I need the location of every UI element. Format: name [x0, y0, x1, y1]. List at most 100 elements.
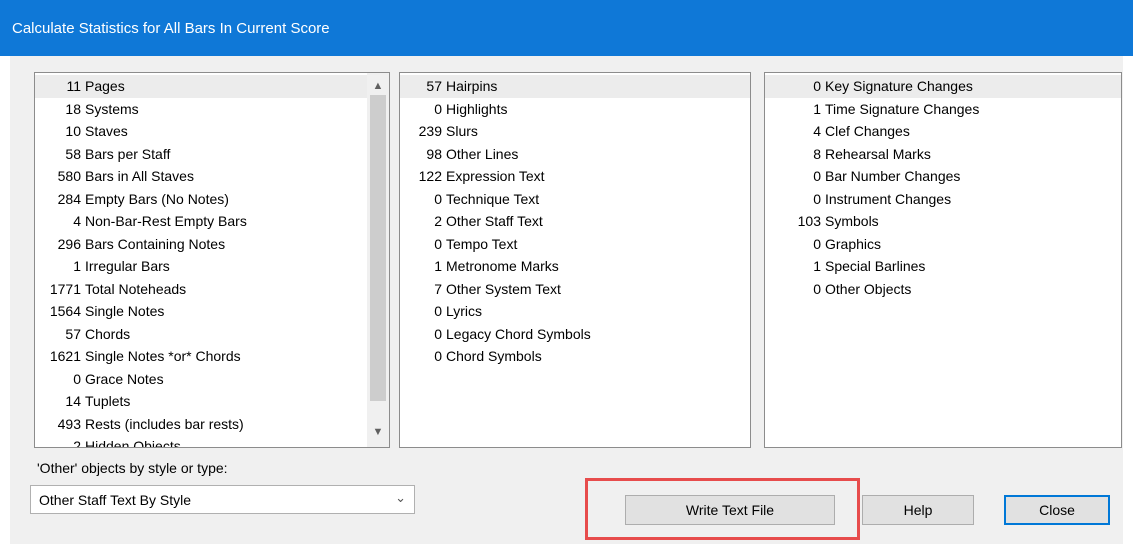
item-label: Rehearsal Marks [825, 145, 931, 162]
window-title: Calculate Statistics for All Bars In Cur… [12, 20, 330, 37]
item-count: 0 [434, 100, 442, 117]
vertical-scrollbar[interactable]: ▲ ▼ [367, 73, 389, 447]
list-item[interactable]: 14 Tuplets [35, 390, 367, 413]
list-item[interactable]: 580 Bars in All Staves [35, 165, 367, 188]
scroll-up-icon[interactable]: ▲ [367, 77, 389, 95]
list-item[interactable]: 122 Expression Text [400, 165, 750, 188]
item-label: Pages [85, 78, 125, 94]
scroll-down-icon[interactable]: ▼ [367, 423, 389, 441]
list-item[interactable]: 296 Bars Containing Notes [35, 233, 367, 256]
item-count: 239 [418, 123, 442, 139]
item-label: Chord Symbols [446, 348, 542, 364]
item-count: 4 [813, 123, 821, 139]
write-text-file-button[interactable]: Write Text File [625, 495, 835, 525]
item-count: 1771 [49, 280, 81, 297]
stats-list-text[interactable]: 57 Hairpins 0 Highlights 239 Slurs 98 Other Lin… [399, 72, 751, 448]
list-item[interactable]: 0 Legacy Chord Symbols [400, 323, 750, 346]
list-item[interactable]: 98 Other Lines [400, 143, 750, 166]
list-item[interactable]: 0 Technique Text [400, 188, 750, 211]
item-label: Other Objects [825, 280, 912, 297]
list-item[interactable]: 0 Lyrics [400, 300, 750, 323]
list-item[interactable]: 0 Instrument Changes [765, 188, 1121, 211]
list-item[interactable]: 4 Clef Changes [765, 120, 1121, 143]
item-label: Other Lines [446, 145, 519, 162]
item-label: Slurs [446, 123, 478, 139]
list-item[interactable]: 4 Non-Bar-Rest Empty Bars [35, 210, 367, 233]
item-count: 580 [57, 168, 81, 184]
list-item[interactable]: 493 Rests (includes bar rests) [35, 413, 367, 436]
list-item[interactable]: 1 Metronome Marks [400, 255, 750, 278]
item-count: 1 [813, 258, 821, 274]
item-count: 2 [73, 438, 81, 448]
item-count: 1 [73, 258, 81, 274]
list-item[interactable]: 2 Other Staff Text [400, 210, 750, 233]
item-count: 98 [426, 145, 442, 162]
item-count: 7 [434, 280, 442, 297]
stats-list-objects[interactable]: 0 Key Signature Changes 1 Time Signature Ch… [764, 72, 1122, 448]
list-item[interactable]: 0 Bar Number Changes [765, 165, 1121, 188]
item-label: Graphics [825, 235, 882, 252]
list-item[interactable]: 0 Tempo Text [400, 233, 750, 256]
other-objects-label: 'Other' objects by style or type: [37, 460, 228, 476]
item-label: Single Notes [85, 303, 165, 319]
stats-list-notes[interactable]: 11 Pages 18 Systems 10 Staves 58 Bars per Staff… [34, 72, 390, 448]
dropdown-value: Other Staff Text By Style [39, 492, 191, 508]
item-label: Tuplets [85, 393, 131, 409]
item-count: 122 [418, 168, 442, 184]
item-count: 1 [434, 258, 442, 274]
item-label: Key Signature Changes [825, 78, 973, 94]
item-count: 1621 [49, 348, 81, 364]
list-item[interactable]: 1621 Single Notes *or* Chords [35, 345, 367, 368]
list-item[interactable]: 0 Graphics [765, 233, 1121, 256]
item-label: Irregular Bars [85, 258, 170, 274]
item-count: 14 [65, 393, 81, 409]
item-label: Bars Containing Notes [85, 235, 226, 252]
item-label: Chords [85, 325, 131, 342]
list-item[interactable]: 239 Slurs [400, 120, 750, 143]
item-count: 0 [434, 348, 442, 364]
chevron-down-icon[interactable]: ⌄ [395, 490, 406, 506]
other-objects-dropdown[interactable]: Other Staff Text By Style ⌄ [30, 485, 415, 514]
list-item[interactable]: 1 Special Barlines [765, 255, 1121, 278]
item-count: 103 [797, 213, 821, 229]
item-label: Clef Changes [825, 123, 910, 139]
list-item[interactable]: 0 Key Signature Changes [765, 75, 1121, 98]
list-item[interactable]: 18 Systems [35, 98, 367, 121]
item-label: Instrument Changes [825, 190, 952, 207]
item-count: 0 [434, 190, 442, 207]
list-item[interactable]: 2 Hidden Objects [35, 435, 367, 448]
close-button[interactable]: Close [1004, 495, 1110, 525]
item-label: Time Signature Changes [825, 100, 980, 117]
list-item[interactable]: 57 Chords [35, 323, 367, 346]
stats-list-notes-rows: 11 Pages 18 Systems 10 Staves 58 Bars per Staff… [35, 75, 367, 448]
list-item[interactable]: 1 Time Signature Changes [765, 98, 1121, 121]
list-item[interactable]: 58 Bars per Staff [35, 143, 367, 166]
list-item[interactable]: 0 Other Objects [765, 278, 1121, 301]
item-count: 0 [813, 190, 821, 207]
item-label: Special Barlines [825, 258, 926, 274]
item-count: 0 [434, 235, 442, 252]
item-count: 18 [65, 100, 81, 117]
list-item[interactable]: 0 Chord Symbols [400, 345, 750, 368]
help-button[interactable]: Help [862, 495, 974, 525]
list-item[interactable]: 1564 Single Notes [35, 300, 367, 323]
list-item[interactable]: 11 Pages [35, 75, 367, 98]
list-item[interactable]: 1771 Total Noteheads [35, 278, 367, 301]
list-item[interactable]: 0 Grace Notes [35, 368, 367, 391]
item-count: 57 [65, 325, 81, 342]
list-item[interactable]: 0 Highlights [400, 98, 750, 121]
list-item[interactable]: 284 Empty Bars (No Notes) [35, 188, 367, 211]
item-count: 0 [73, 370, 81, 387]
list-item[interactable]: 57 Hairpins [400, 75, 750, 98]
stats-list-objects-rows: 0 Key Signature Changes 1 Time Signature Ch… [765, 75, 1121, 300]
list-item[interactable]: 7 Other System Text [400, 278, 750, 301]
item-count: 493 [57, 415, 81, 432]
item-count: 0 [813, 235, 821, 252]
list-item[interactable]: 10 Staves [35, 120, 367, 143]
scrollbar-thumb[interactable] [370, 95, 386, 401]
item-label: Tempo Text [446, 235, 518, 252]
list-item[interactable]: 1 Irregular Bars [35, 255, 367, 278]
item-count: 0 [813, 78, 821, 94]
list-item[interactable]: 103 Symbols [765, 210, 1121, 233]
list-item[interactable]: 8 Rehearsal Marks [765, 143, 1121, 166]
